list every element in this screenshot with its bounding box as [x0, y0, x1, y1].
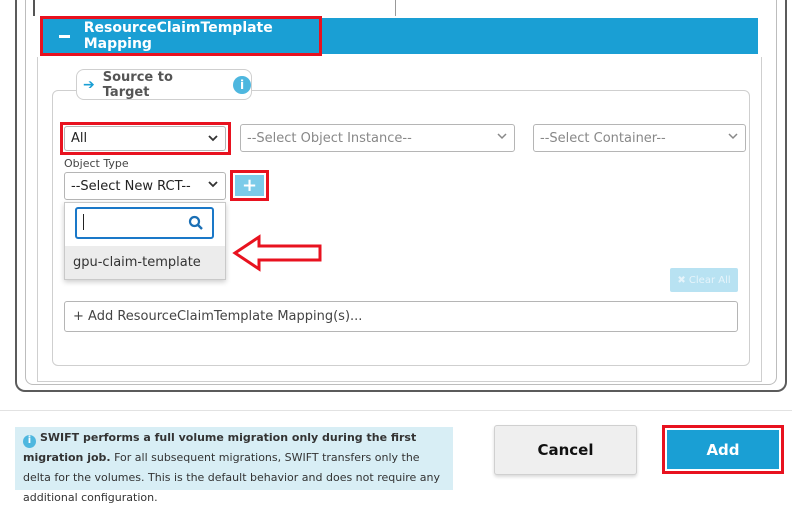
add-rct-button[interactable]: + — [235, 175, 264, 196]
info-icon[interactable]: i — [233, 75, 251, 94]
dropdown-option[interactable]: gpu-claim-template — [65, 246, 225, 279]
cancel-button[interactable]: Cancel — [494, 425, 637, 475]
chevron-down-icon — [207, 178, 219, 193]
add-mapping-input[interactable]: + Add ResourceClaimTemplate Mapping(s)..… — [64, 301, 738, 332]
tab-source-to-target[interactable]: ➔ Source to Target i — [76, 69, 252, 100]
search-icon — [188, 215, 204, 231]
rct-select-value: --Select New RCT-- — [71, 178, 191, 194]
footer-divider — [0, 410, 792, 411]
container-select[interactable]: --Select Container-- — [533, 124, 746, 152]
container-placeholder: --Select Container-- — [540, 130, 666, 146]
object-instance-placeholder: --Select Object Instance-- — [247, 130, 412, 146]
info-notice: i SWIFT performs a full volume migration … — [15, 427, 453, 504]
text-cursor — [83, 214, 84, 230]
clear-all-button[interactable]: ✖ Clear All — [670, 268, 738, 292]
highlight-box-scope — [60, 122, 231, 155]
info-icon: i — [23, 434, 36, 448]
rct-select[interactable]: --Select New RCT-- — [64, 172, 226, 200]
chevron-down-icon — [496, 130, 508, 145]
annotation-arrow-icon — [232, 234, 324, 272]
object-type-label: Object Type — [64, 157, 129, 170]
arrow-right-icon: ➔ — [83, 76, 95, 93]
chevron-down-icon — [727, 130, 739, 145]
tab-label: Source to Target — [102, 69, 173, 100]
highlight-box-accordion — [40, 16, 322, 56]
panel-divider — [33, 0, 35, 16]
panel-divider — [395, 0, 396, 16]
object-instance-select[interactable]: --Select Object Instance-- — [240, 124, 515, 152]
add-button[interactable]: Add — [667, 430, 779, 469]
